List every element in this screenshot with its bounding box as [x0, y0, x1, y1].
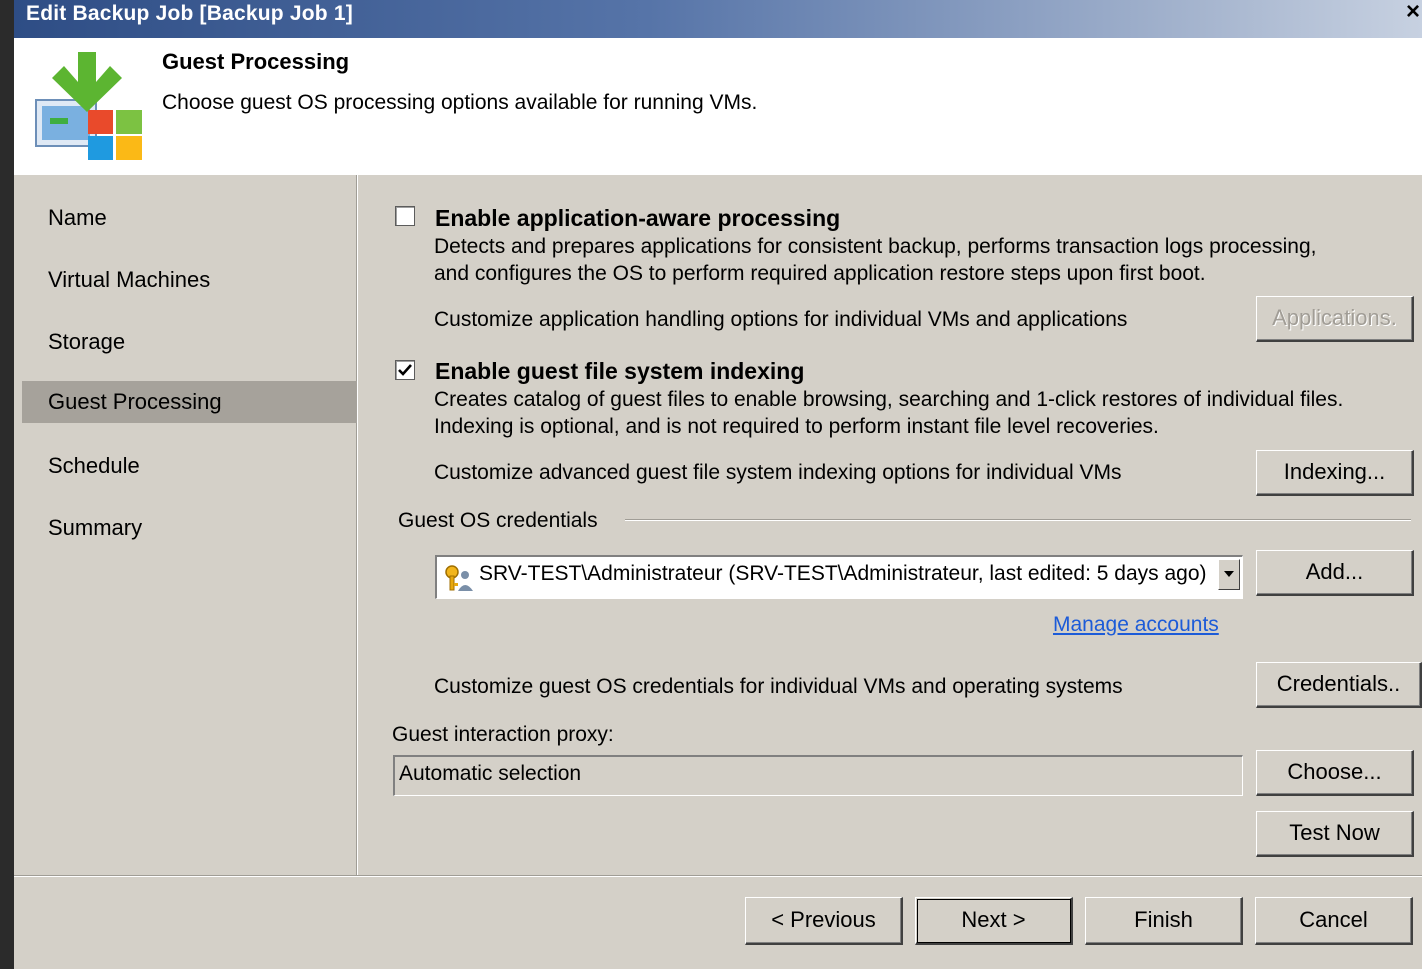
sidebar-item-virtual-machines[interactable]: Virtual Machines — [22, 259, 357, 301]
desktop-left-edge — [0, 0, 14, 969]
sidebar-item-storage[interactable]: Storage — [22, 321, 357, 363]
app-aware-customize-text: Customize application handling options f… — [434, 308, 1128, 331]
previous-button[interactable]: < Previous — [745, 897, 903, 945]
indexing-customize-text: Customize advanced guest file system ind… — [434, 461, 1122, 484]
credentials-group-label: Guest OS credentials — [398, 509, 598, 532]
sidebar-item-schedule[interactable]: Schedule — [22, 445, 357, 487]
indexing-button[interactable]: Indexing... — [1256, 450, 1414, 496]
sidebar-item-label: Schedule — [48, 453, 140, 478]
proxy-field[interactable]: Automatic selection — [393, 755, 1243, 796]
sidebar-item-label: Guest Processing — [48, 389, 222, 414]
page-description: Choose guest OS processing options avail… — [162, 91, 758, 114]
wizard-header: Guest Processing Choose guest OS process… — [14, 38, 1422, 175]
indexing-title: Enable guest file system indexing — [435, 358, 805, 384]
sidebar-item-summary[interactable]: Summary — [22, 507, 357, 549]
app-aware-checkbox[interactable] — [395, 206, 415, 226]
guest-processing-panel: Enable application-aware processing Dete… — [359, 175, 1422, 875]
finish-button[interactable]: Finish — [1085, 897, 1243, 945]
manage-accounts-link[interactable]: Manage accounts — [1053, 613, 1219, 637]
checkmark-icon — [398, 364, 412, 376]
cancel-button[interactable]: Cancel — [1255, 897, 1413, 945]
add-credentials-button[interactable]: Add... — [1256, 550, 1414, 596]
chevron-down-icon[interactable] — [1218, 559, 1240, 590]
app-aware-description-line1: Detects and prepares applications for co… — [434, 235, 1317, 258]
indexing-checkbox[interactable] — [395, 360, 415, 380]
sidebar-item-name[interactable]: Name — [22, 197, 357, 239]
sidebar-item-label: Summary — [48, 515, 143, 540]
close-icon[interactable]: × — [1406, 0, 1420, 26]
credentials-button[interactable]: Credentials.. — [1256, 662, 1422, 708]
app-aware-description-line2: and configures the OS to perform require… — [434, 262, 1206, 285]
window-titlebar[interactable]: Edit Backup Job [Backup Job 1] × — [14, 0, 1422, 38]
wizard-steps-sidebar: Name Virtual Machines Storage Guest Proc… — [14, 175, 358, 875]
guest-processing-logo-icon — [35, 52, 142, 160]
indexing-description-line1: Creates catalog of guest files to enable… — [434, 388, 1344, 411]
credentials-customize-text: Customize guest OS credentials for indiv… — [434, 675, 1123, 698]
app-aware-title: Enable application-aware processing — [435, 205, 841, 231]
indexing-description-line2: Indexing is optional, and is not require… — [434, 415, 1159, 438]
footer-divider — [14, 875, 1422, 877]
credentials-select[interactable]: SRV-TEST\Administrateur (SRV-TEST\Admini… — [435, 555, 1243, 599]
credentials-group-divider — [625, 519, 1411, 521]
credentials-selected-value: SRV-TEST\Administrateur (SRV-TEST\Admini… — [479, 562, 1207, 585]
applications-button[interactable]: Applications. — [1256, 296, 1414, 342]
sidebar-item-label: Virtual Machines — [48, 267, 211, 292]
sidebar-item-label: Name — [48, 205, 107, 230]
wizard-body: Name Virtual Machines Storage Guest Proc… — [14, 175, 1422, 969]
choose-proxy-button[interactable]: Choose... — [1256, 750, 1414, 796]
test-now-button[interactable]: Test Now — [1256, 811, 1414, 857]
window-title: Edit Backup Job [Backup Job 1] — [26, 2, 353, 25]
key-user-icon — [445, 565, 473, 591]
next-button[interactable]: Next > — [915, 897, 1073, 945]
sidebar-item-guest-processing[interactable]: Guest Processing — [22, 381, 357, 423]
page-title: Guest Processing — [162, 49, 350, 74]
sidebar-item-label: Storage — [48, 329, 126, 354]
proxy-label: Guest interaction proxy: — [392, 723, 614, 746]
